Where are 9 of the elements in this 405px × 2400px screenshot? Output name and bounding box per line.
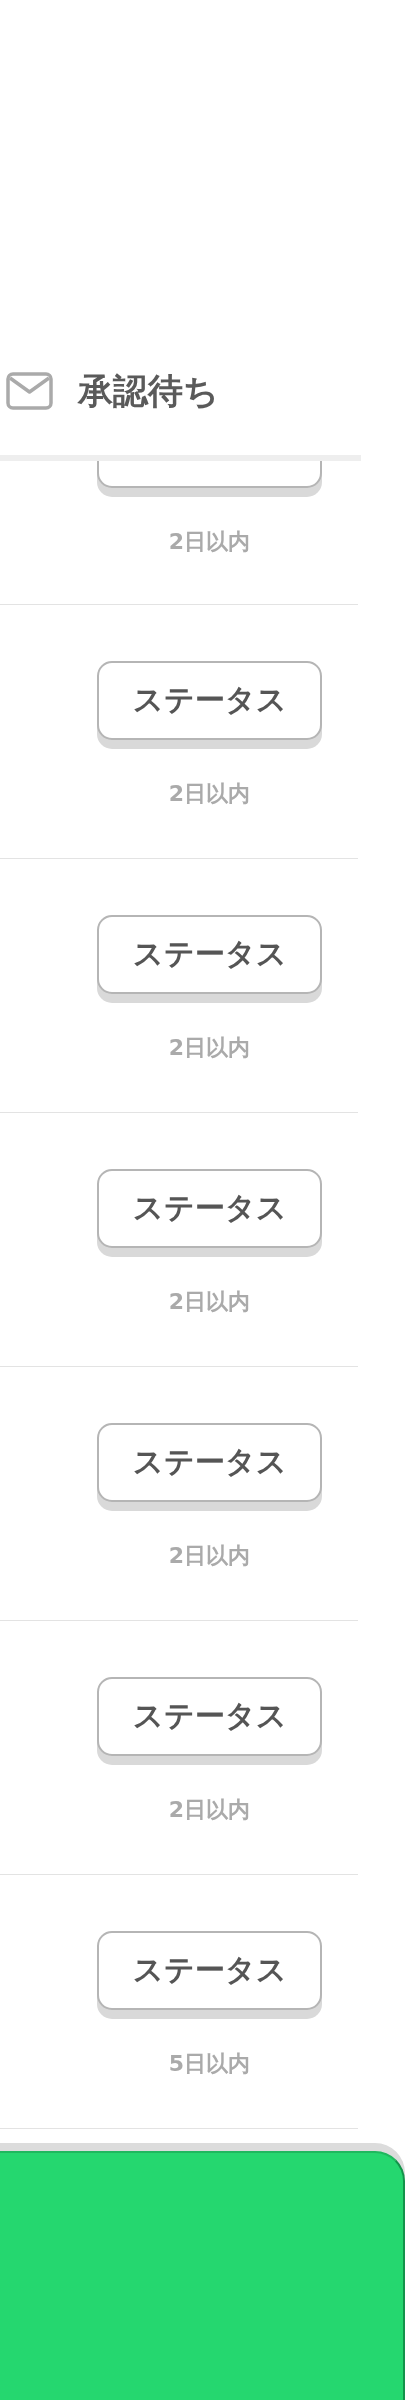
deadline-label: 5日以内 xyxy=(168,2053,251,2075)
deadline-label: 2日以内 xyxy=(168,531,251,553)
deadline-label: 2日以内 xyxy=(168,1799,251,1821)
deadline-label: 2日以内 xyxy=(168,1291,251,1313)
deadline-label: 2日以内 xyxy=(168,783,251,805)
deadline-label: 2日以内 xyxy=(168,1545,251,1567)
deadline-label: 2日以内 xyxy=(168,1037,251,1059)
section-title: 承認待ち xyxy=(78,371,219,411)
mail-icon xyxy=(6,372,53,410)
